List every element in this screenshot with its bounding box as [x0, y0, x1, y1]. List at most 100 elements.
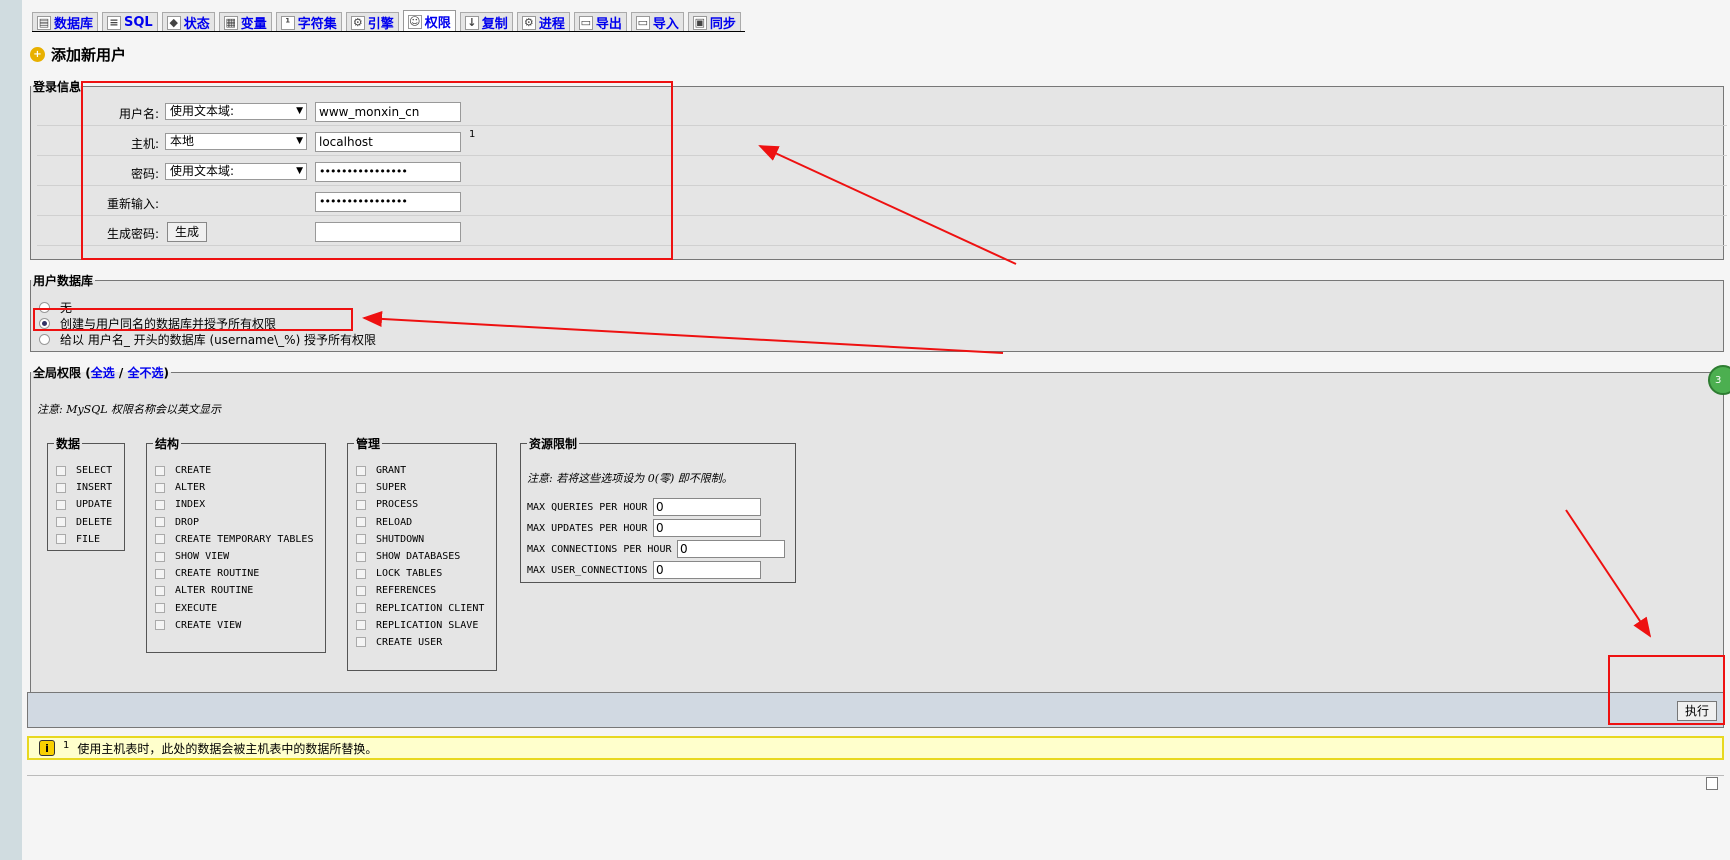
privilege-checkbox[interactable]: [356, 499, 366, 510]
add-user-icon: +: [30, 47, 45, 62]
privilege-checkbox[interactable]: [56, 482, 66, 493]
radio-button[interactable]: [39, 318, 50, 329]
privilege-item[interactable]: RELOAD: [356, 514, 484, 531]
privilege-checkbox[interactable]: [155, 517, 165, 528]
tab-export[interactable]: ▭ 导出: [573, 12, 627, 32]
tab-label: 字符集: [297, 17, 337, 32]
generated-password-input[interactable]: [315, 222, 461, 242]
privilege-checkbox[interactable]: [356, 534, 366, 545]
privilege-item[interactable]: SUPER: [356, 479, 484, 496]
tab-variables[interactable]: ▦ 变量: [218, 12, 272, 32]
username-mode-select[interactable]: 使用文本域: ▼: [165, 103, 307, 120]
radio-button[interactable]: [39, 334, 50, 345]
privilege-checkbox[interactable]: [356, 585, 366, 596]
privilege-item[interactable]: DELETE: [56, 514, 112, 531]
privilege-item[interactable]: INSERT: [56, 479, 112, 496]
privilege-checkbox[interactable]: [356, 620, 366, 631]
privilege-item[interactable]: PROCESS: [356, 496, 484, 513]
select-all-link[interactable]: 全选: [91, 366, 115, 380]
privilege-item[interactable]: SHOW VIEW: [155, 548, 313, 565]
privilege-item[interactable]: UPDATE: [56, 496, 112, 513]
privilege-label: SUPER: [376, 482, 407, 494]
tab-database[interactable]: ▤ 数据库: [32, 12, 99, 32]
tab-replication[interactable]: ↓ 复制: [459, 12, 513, 32]
privilege-checkbox[interactable]: [356, 637, 366, 648]
privilege-item[interactable]: CREATE: [155, 462, 313, 479]
userdb-option-wildcard[interactable]: 给以 用户名_ 开头的数据库 (username\_%) 授予所有权限: [39, 331, 376, 348]
max-user-connections-input[interactable]: 0: [653, 561, 761, 579]
retype-password-input[interactable]: ••••••••••••••••: [315, 192, 461, 212]
privilege-item[interactable]: INDEX: [155, 496, 313, 513]
privilege-label: LOCK TABLES: [376, 568, 443, 580]
tab-charset[interactable]: ¹ 字符集: [275, 12, 342, 32]
privilege-checkbox[interactable]: [356, 603, 366, 614]
privilege-checkbox[interactable]: [155, 551, 165, 562]
privilege-item[interactable]: REPLICATION SLAVE: [356, 617, 484, 634]
charset-icon: ¹: [280, 15, 295, 30]
privilege-item[interactable]: SELECT: [56, 462, 112, 479]
execute-button[interactable]: 执行: [1677, 701, 1717, 721]
privilege-checkbox[interactable]: [155, 620, 165, 631]
max-connections-input[interactable]: 0: [677, 540, 785, 558]
privilege-item[interactable]: GRANT: [356, 462, 484, 479]
tab-privileges[interactable]: ☺ 权限: [402, 10, 456, 32]
tab-engines[interactable]: ⚙ 引擎: [345, 12, 399, 32]
privilege-checkbox[interactable]: [155, 603, 165, 614]
privilege-item[interactable]: REPLICATION CLIENT: [356, 600, 484, 617]
new-window-icon[interactable]: [1706, 777, 1718, 790]
radio-button[interactable]: [39, 302, 50, 313]
max-updates-input[interactable]: 0: [653, 519, 761, 537]
tab-label: 进程: [538, 17, 565, 32]
password-row: 密码: 使用文本域: ▼ ••••••••••••••••: [37, 159, 1727, 186]
privilege-item[interactable]: DROP: [155, 514, 313, 531]
privilege-item[interactable]: ALTER ROUTINE: [155, 582, 313, 599]
privilege-item[interactable]: ALTER: [155, 479, 313, 496]
privilege-checkbox[interactable]: [56, 465, 66, 476]
host-input[interactable]: localhost: [315, 132, 461, 152]
privilege-checkbox[interactable]: [56, 499, 66, 510]
privilege-item[interactable]: SHOW DATABASES: [356, 548, 484, 565]
privilege-checkbox[interactable]: [56, 534, 66, 545]
privilege-checkbox[interactable]: [155, 534, 165, 545]
privilege-item[interactable]: LOCK TABLES: [356, 565, 484, 582]
privilege-checkbox[interactable]: [155, 568, 165, 579]
privilege-checkbox[interactable]: [356, 568, 366, 579]
privilege-item[interactable]: SHUTDOWN: [356, 531, 484, 548]
privilege-item[interactable]: CREATE TEMPORARY TABLES: [155, 531, 313, 548]
tab-status[interactable]: ◆ 状态: [161, 12, 215, 32]
privilege-item[interactable]: CREATE VIEW: [155, 617, 313, 634]
generate-row: 生成密码: 生成: [37, 219, 1727, 246]
host-mode-select[interactable]: 本地 ▼: [165, 133, 307, 150]
limit-label: MAX UPDATES PER HOUR: [527, 522, 648, 534]
privilege-checkbox[interactable]: [155, 499, 165, 510]
side-badge[interactable]: 3: [1708, 365, 1730, 395]
password-mode-select[interactable]: 使用文本域: ▼: [165, 163, 307, 180]
privilege-checkbox[interactable]: [356, 482, 366, 493]
privilege-item[interactable]: REFERENCES: [356, 582, 484, 599]
privilege-checkbox[interactable]: [56, 517, 66, 528]
privilege-item[interactable]: FILE: [56, 531, 112, 548]
privilege-item[interactable]: CREATE ROUTINE: [155, 565, 313, 582]
privilege-checkbox[interactable]: [155, 465, 165, 476]
privilege-checkbox[interactable]: [356, 517, 366, 528]
userdb-option-none[interactable]: 无: [39, 299, 72, 316]
password-input[interactable]: ••••••••••••••••: [315, 162, 461, 182]
privilege-checkbox[interactable]: [155, 585, 165, 596]
userdb-option-create-same-name[interactable]: 创建与用户同名的数据库并授予所有权限: [39, 315, 276, 332]
username-input[interactable]: www_monxin_cn: [315, 102, 461, 122]
data-privileges-group: 数据 SELECT INSERT UPDATE DELETE FILE: [47, 435, 125, 551]
privilege-item[interactable]: CREATE USER: [356, 634, 484, 651]
tab-process[interactable]: ⚙ 进程: [516, 12, 570, 32]
tab-sql[interactable]: ≡ SQL: [102, 12, 158, 32]
tab-sync[interactable]: ▣ 同步: [687, 12, 741, 32]
global-privileges-legend: 全局权限 (全选 / 全不选): [33, 366, 169, 380]
privilege-checkbox[interactable]: [155, 482, 165, 493]
privilege-checkbox[interactable]: [356, 465, 366, 476]
privilege-checkbox[interactable]: [356, 551, 366, 562]
max-queries-input[interactable]: 0: [653, 498, 761, 516]
select-none-link[interactable]: 全不选: [127, 366, 163, 380]
tab-import[interactable]: ▭ 导入: [630, 12, 684, 32]
generate-password-button[interactable]: 生成: [167, 222, 207, 242]
bottom-separator: [27, 775, 1724, 776]
privilege-item[interactable]: EXECUTE: [155, 600, 313, 617]
